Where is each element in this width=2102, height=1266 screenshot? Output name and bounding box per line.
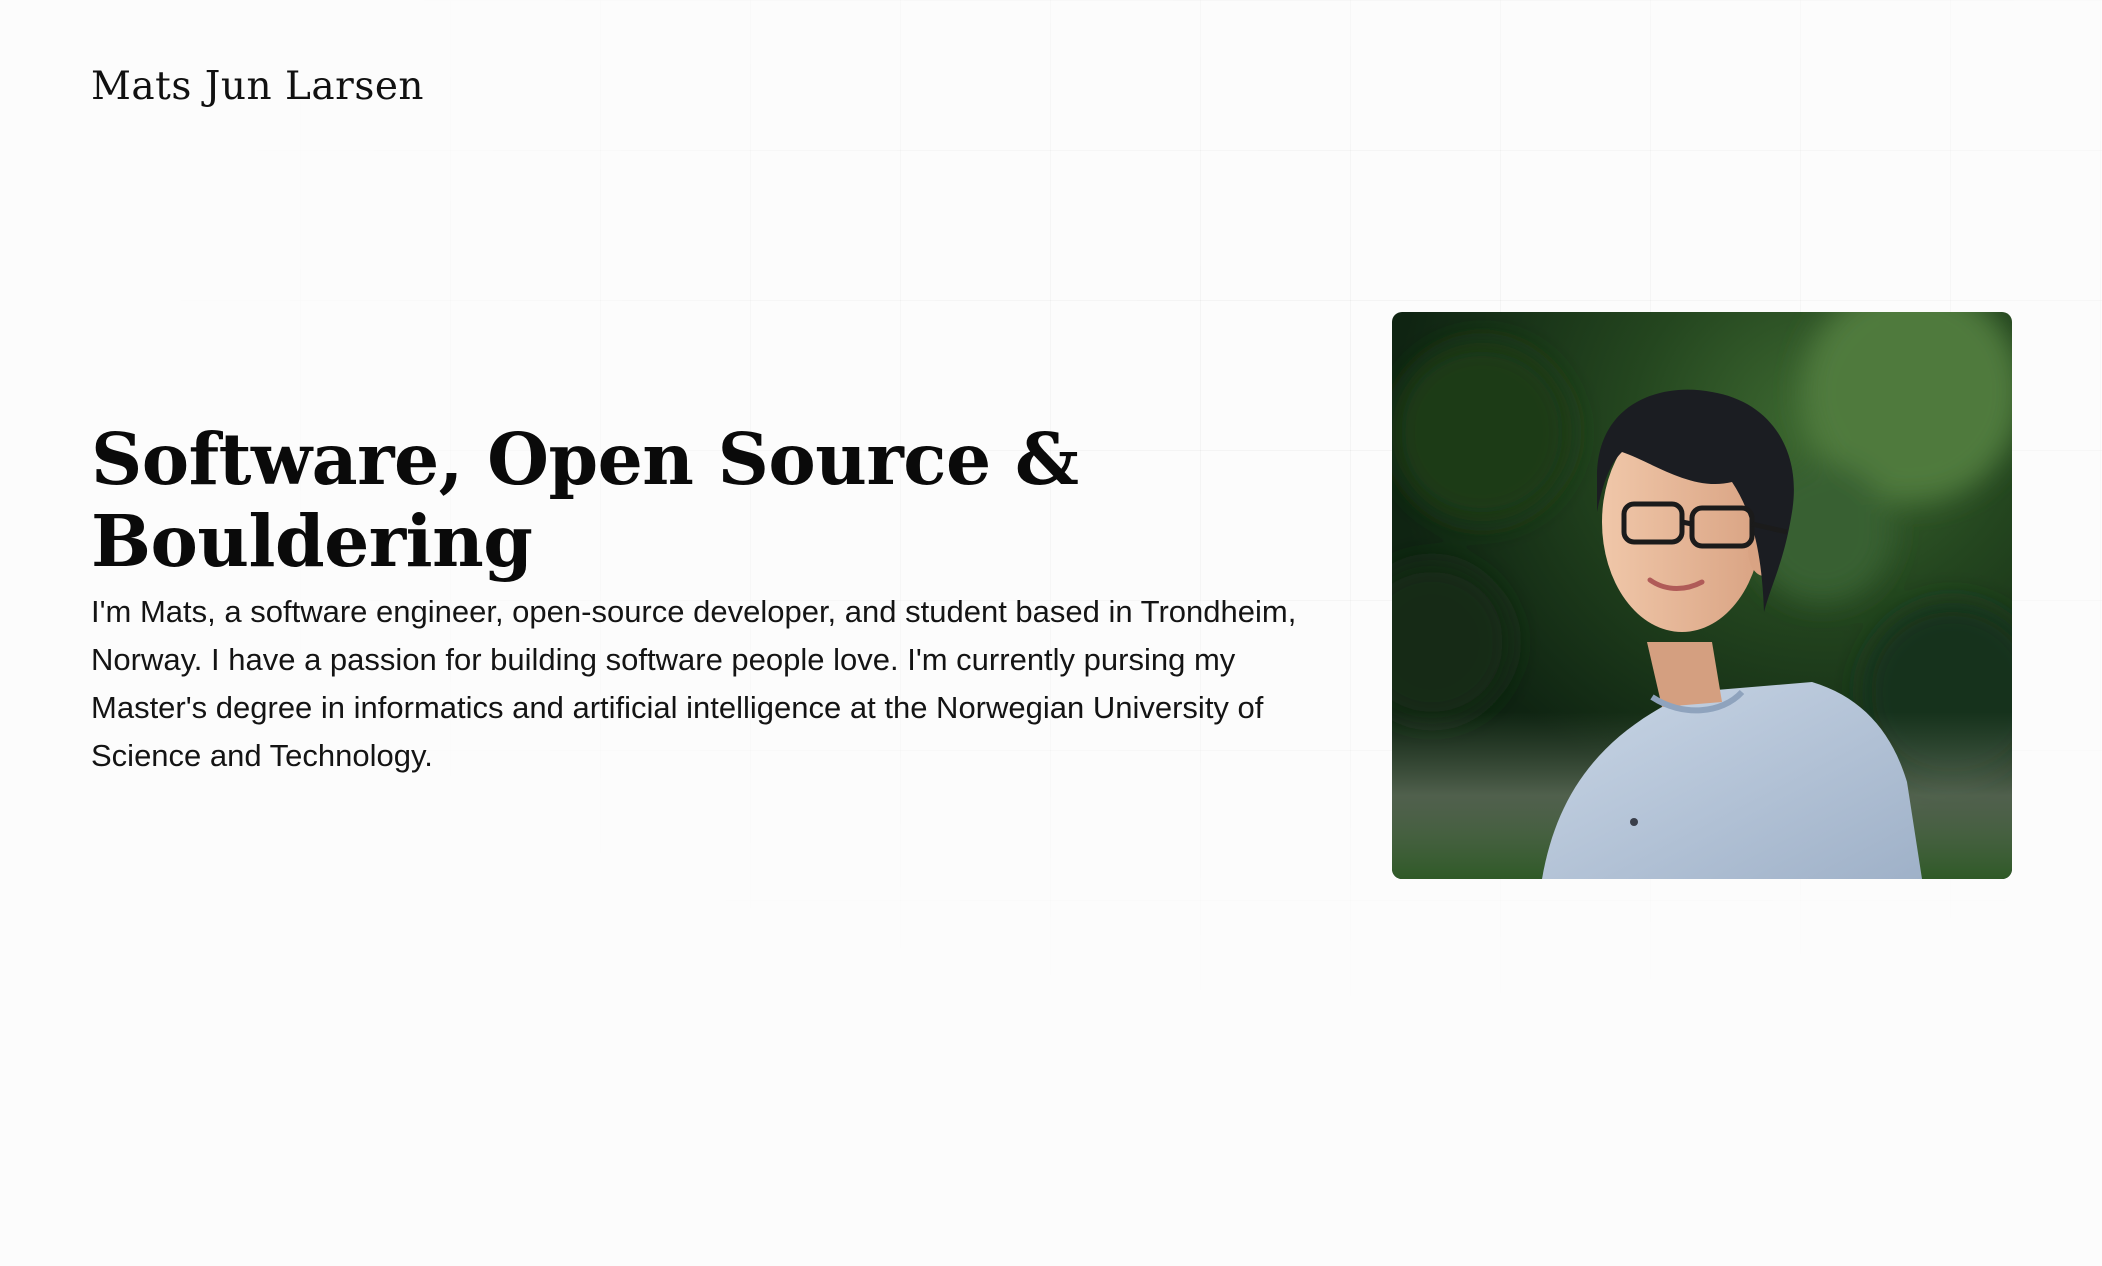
hero-headline: Software, Open Source & Bouldering — [91, 417, 1079, 583]
profile-photo-image — [1392, 312, 2012, 879]
site-name-link[interactable]: Mats Jun Larsen — [91, 64, 424, 111]
hero-intro: I'm Mats, a software engineer, open-sour… — [91, 594, 1297, 773]
hero-section: Software, Open Source & Bouldering I'm M… — [91, 418, 1331, 780]
profile-photo — [1392, 312, 2012, 879]
